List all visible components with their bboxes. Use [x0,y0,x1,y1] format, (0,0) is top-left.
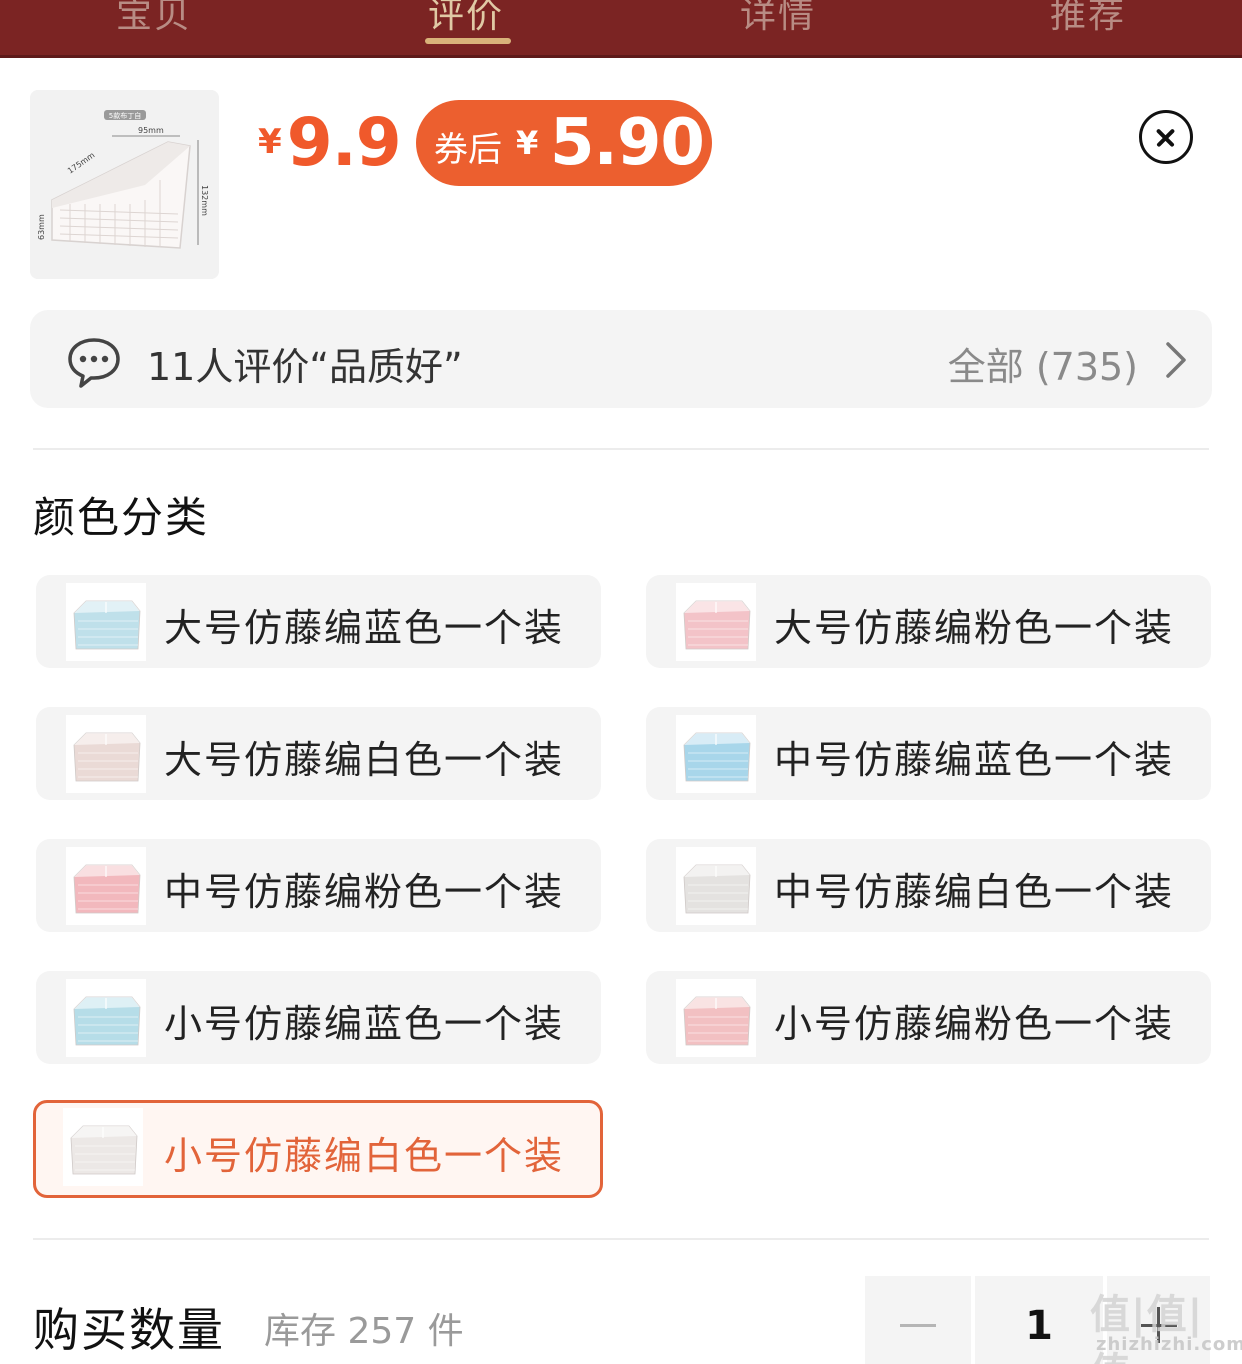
option-thumbnail [66,715,146,793]
product-thumbnail[interactable]: 5款布丁自 95mm 175mm 132mm 63mm [30,90,219,279]
option-thumbnail [676,715,756,793]
option-thumbnail [66,847,146,925]
option-label: 大号仿藤编蓝色一个装 [164,606,565,650]
tab-reviews[interactable]: 评价 [428,0,504,38]
option-label: 中号仿藤编白色一个装 [774,870,1175,914]
color-option[interactable]: 小号仿藤编蓝色一个装 [36,971,601,1064]
color-option[interactable]: 大号仿藤编白色一个装 [36,707,601,800]
option-thumbnail [676,847,756,925]
color-section-title: 颜色分类 [33,493,210,542]
color-option[interactable]: 中号仿藤编粉色一个装 [36,839,601,932]
price: ¥ 9.9 [258,104,402,181]
option-thumbnail [66,979,146,1057]
option-label: 中号仿藤编蓝色一个装 [774,738,1175,782]
svg-text:5款布丁自: 5款布丁自 [109,111,141,120]
svg-text:95mm: 95mm [138,126,164,135]
chat-bubble-icon [68,338,120,388]
option-thumbnail [63,1108,143,1186]
active-tab-indicator [425,38,511,44]
quantity-title: 购买数量 [33,1303,225,1357]
option-thumbnail [676,583,756,661]
divider [33,1238,1209,1240]
divider [33,448,1209,450]
option-label: 小号仿藤编粉色一个装 [774,1002,1175,1046]
review-all-count[interactable]: 全部 (735) [948,336,1138,391]
color-option[interactable]: 大号仿藤编蓝色一个装 [36,575,601,668]
coupon-price-badge: 券后 ¥ 5.90 [416,100,712,186]
review-summary-bar[interactable]: 11人评价“品质好” 全部 (735) [30,310,1212,408]
price-value: 9.9 [286,104,402,181]
coupon-price: 5.90 [550,106,705,180]
tab-details[interactable]: 详情 [740,0,816,38]
option-label: 大号仿藤编白色一个装 [164,738,565,782]
option-label: 小号仿藤编白色一个装 [164,1134,565,1178]
svg-text:63mm: 63mm [37,214,46,240]
decrement-button[interactable] [865,1276,971,1364]
option-label: 小号仿藤编蓝色一个装 [164,1002,565,1046]
option-thumbnail [676,979,756,1057]
coupon-currency: ¥ [516,124,539,162]
color-option[interactable]: 小号仿藤编粉色一个装 [646,971,1211,1064]
option-label: 中号仿藤编粉色一个装 [164,870,565,914]
color-option[interactable]: 中号仿藤编蓝色一个装 [646,707,1211,800]
stock-text: 库存 257 件 [264,1311,464,1352]
color-option[interactable]: 中号仿藤编白色一个装 [646,839,1211,932]
product-image: 5款布丁自 95mm 175mm 132mm 63mm [30,90,219,279]
svg-text:132mm: 132mm [200,185,209,216]
review-highlight-text: 11人评价“品质好” [147,345,463,389]
tab-baobei[interactable]: 宝贝 [116,0,192,38]
price-currency: ¥ [258,122,282,162]
option-label: 大号仿藤编粉色一个装 [774,606,1175,650]
option-thumbnail [66,583,146,661]
top-nav: 宝贝 评价 详情 推荐 [0,0,1242,58]
tab-recommend[interactable]: 推荐 [1050,0,1126,38]
coupon-label: 券后 [434,130,502,170]
chevron-right-icon [1166,342,1186,378]
quantity-input[interactable]: 1 [975,1276,1103,1364]
color-option[interactable]: 大号仿藤编粉色一个装 [646,575,1211,668]
watermark-site: zhizhizhi.com [1096,1334,1242,1355]
color-option[interactable]: 小号仿藤编白色一个装 [33,1100,603,1198]
close-icon[interactable] [1139,110,1193,164]
